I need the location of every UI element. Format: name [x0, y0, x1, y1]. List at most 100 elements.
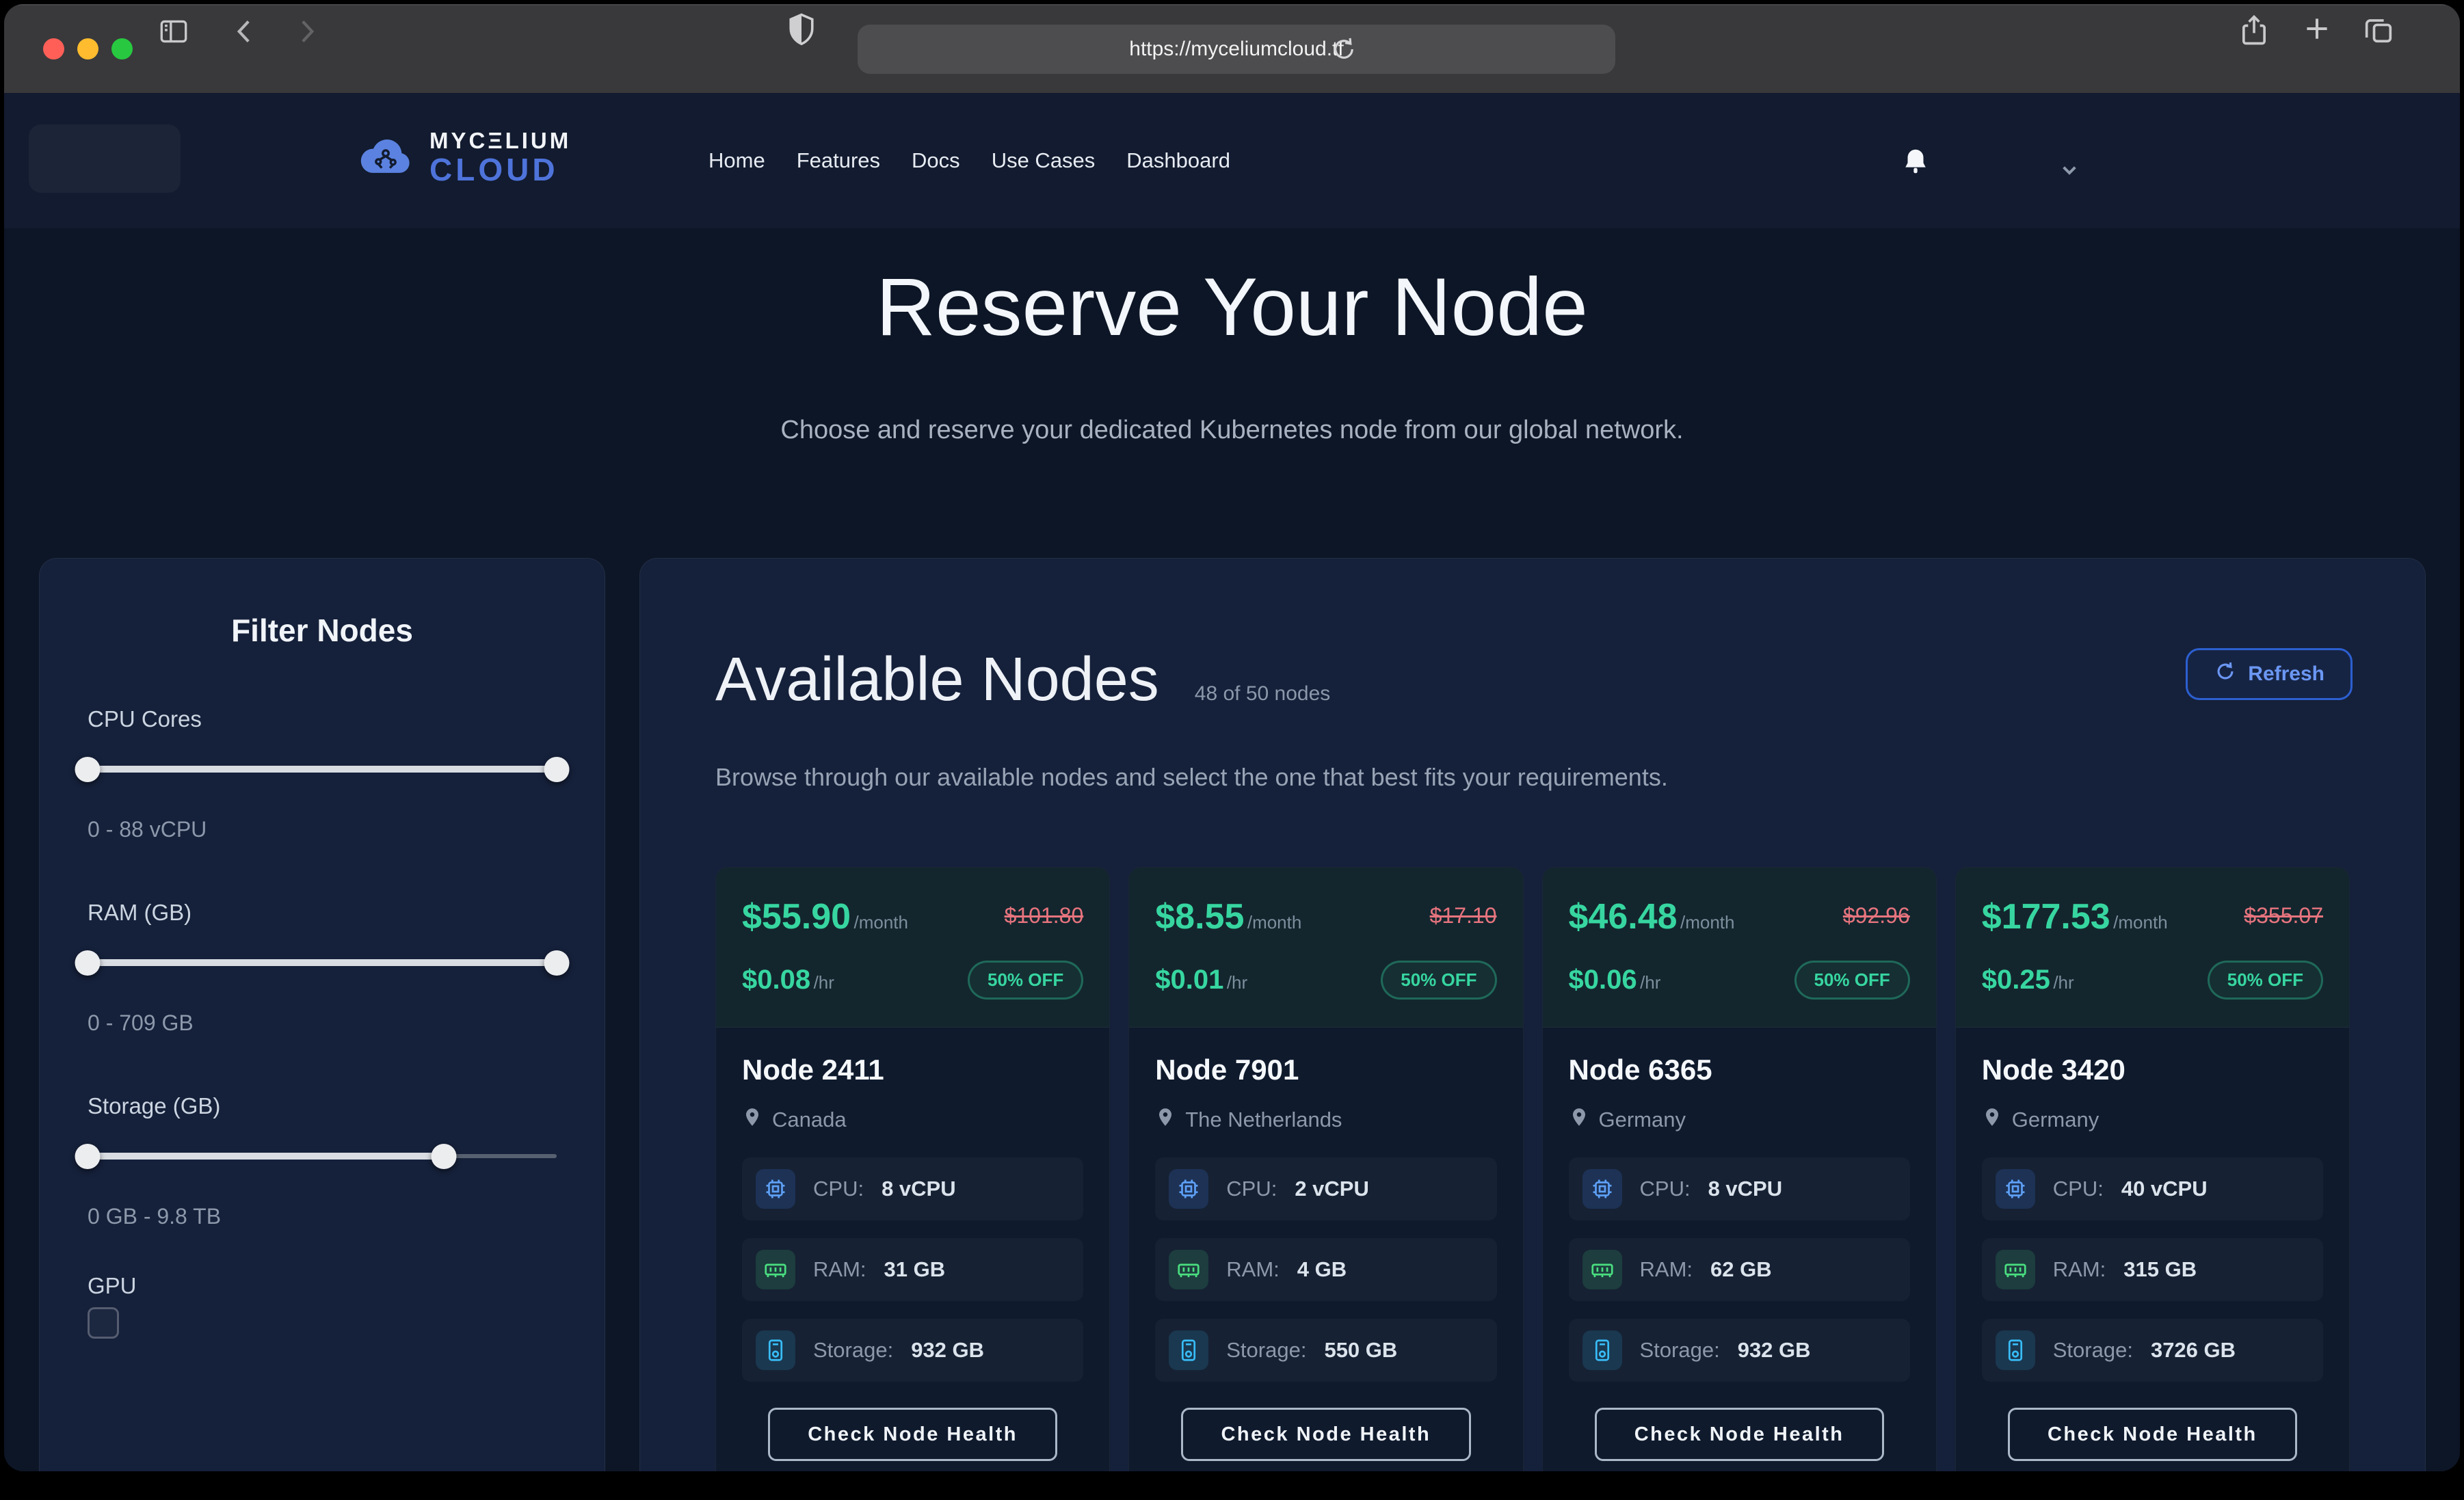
cpu-label: CPU: [813, 1177, 864, 1201]
monthly-unit: /month [1680, 912, 1735, 933]
check-node-health-button[interactable]: Check Node Health [2008, 1408, 2297, 1461]
brand-logo[interactable]: MYCΞLIUM CLOUD [354, 124, 571, 191]
ram-spec-row: RAM: 31 GB [742, 1238, 1083, 1301]
hourly-unit: /hr [1640, 972, 1660, 993]
check-node-health-button[interactable]: Check Node Health [768, 1408, 1057, 1461]
cpu-spec-row: CPU: 8 vCPU [1569, 1157, 1910, 1220]
filter-label-2: Storage (GB) [88, 1093, 557, 1119]
filter-panel: Filter Nodes CPU Cores 0 - 88 vCPU [39, 558, 605, 1471]
cpu-icon [1996, 1169, 2035, 1209]
url-text: https://myceliumcloud.tf [1129, 38, 1343, 61]
cpu-value: 8 vCPU [1708, 1177, 1783, 1201]
node-pricing-2: $46.48 /month $92.96 $0.06 /hr 50% OFF [1543, 868, 1936, 1028]
storage-spec-row: Storage: 3726 GB [1982, 1319, 2323, 1382]
hourly-price: $0.01 [1155, 965, 1223, 995]
check-node-health-button[interactable]: Check Node Health [1181, 1408, 1470, 1461]
original-price: $17.10 [1430, 903, 1497, 928]
filter-group-1: RAM (GB) 0 - 709 GB [88, 900, 557, 1036]
filter-panel-title: Filter Nodes [88, 612, 557, 649]
url-bar[interactable]: https://myceliumcloud.tf [858, 25, 1615, 74]
slider-handle-min[interactable] [75, 757, 101, 782]
nav-link-2[interactable]: Docs [912, 148, 960, 173]
storage-spec-row: Storage: 932 GB [742, 1319, 1083, 1382]
cpu-value: 2 vCPU [1295, 1177, 1369, 1201]
page-subtitle: Choose and reserve your dedicated Kubern… [4, 416, 2460, 445]
nodes-count: 48 of 50 nodes [1195, 682, 1331, 706]
page-content: Reserve Your Node Choose and reserve you… [4, 228, 2460, 1471]
filter-slider-1[interactable] [88, 949, 557, 976]
node-card-0[interactable]: $55.90 /month $101.80 $0.08 /hr 50% OFF … [715, 867, 1110, 1471]
refresh-button[interactable]: Refresh [2186, 648, 2353, 700]
node-location: Germany [2012, 1108, 2099, 1132]
nav-link-1[interactable]: Features [797, 148, 880, 173]
cpu-value: 8 vCPU [882, 1177, 956, 1201]
node-location: The Netherlands [1185, 1108, 1342, 1132]
discount-badge: 50% OFF [1381, 961, 1496, 1000]
cpu-icon [1169, 1169, 1208, 1209]
node-card-1[interactable]: $8.55 /month $17.10 $0.01 /hr 50% OFF No… [1128, 867, 1523, 1471]
ram-value: 62 GB [1710, 1257, 1772, 1282]
ram-label: RAM: [2053, 1257, 2106, 1282]
cpu-icon [756, 1169, 795, 1209]
zoom-window-button[interactable] [111, 38, 133, 59]
slider-handle-min[interactable] [75, 950, 101, 976]
node-location: Canada [772, 1108, 847, 1132]
hourly-unit: /hr [2053, 972, 2074, 993]
monthly-price: $55.90 [742, 897, 851, 937]
node-name: Node 7901 [1155, 1054, 1496, 1086]
cpu-label: CPU: [2053, 1177, 2104, 1201]
node-location: Germany [1599, 1108, 1686, 1132]
account-chevron-down-icon[interactable] [2056, 156, 2083, 187]
nav-link-0[interactable]: Home [708, 148, 765, 173]
filter-slider-0[interactable] [88, 755, 557, 783]
slider-handle-max[interactable] [432, 1144, 457, 1169]
ram-value: 4 GB [1297, 1257, 1347, 1282]
location-pin-icon [1569, 1107, 1589, 1133]
desktop: https://myceliumcloud.tf [0, 0, 2464, 1500]
node-card-2[interactable]: $46.48 /month $92.96 $0.06 /hr 50% OFF N… [1542, 867, 1937, 1471]
node-card-3[interactable]: $177.53 /month $355.07 $0.25 /hr 50% OFF… [1955, 867, 2350, 1471]
storage-value: 932 GB [1738, 1338, 1811, 1363]
ram-spec-row: RAM: 62 GB [1569, 1238, 1910, 1301]
hourly-unit: /hr [814, 972, 834, 993]
cpu-value: 40 vCPU [2121, 1177, 2208, 1201]
ram-value: 315 GB [2123, 1257, 2197, 1282]
check-node-health-button[interactable]: Check Node Health [1595, 1408, 1884, 1461]
node-details-3: Node 3420 Germany [1956, 1028, 2349, 1471]
cpu-label: CPU: [1226, 1177, 1277, 1201]
gpu-filter: GPU [88, 1273, 557, 1339]
gpu-checkbox[interactable] [88, 1307, 119, 1339]
cpu-spec-row: CPU: 2 vCPU [1155, 1157, 1496, 1220]
nav-links: Home Features Docs Use Cases Dashboard [708, 93, 1230, 228]
cpu-label: CPU: [1640, 1177, 1691, 1201]
original-price: $355.07 [2244, 903, 2323, 928]
location-pin-icon [1982, 1107, 2002, 1133]
nav-link-3[interactable]: Use Cases [992, 148, 1096, 173]
cpu-spec-row: CPU: 8 vCPU [742, 1157, 1083, 1220]
discount-badge: 50% OFF [2208, 961, 2323, 1000]
storage-icon [1582, 1330, 1622, 1370]
gpu-label: GPU [88, 1273, 557, 1299]
filter-range-text-0: 0 - 88 vCPU [88, 817, 557, 842]
ram-icon [1996, 1250, 2035, 1289]
filter-range-text-1: 0 - 709 GB [88, 1010, 557, 1036]
brand-text: MYCΞLIUM CLOUD [429, 128, 571, 188]
node-pricing-3: $177.53 /month $355.07 $0.25 /hr 50% OFF [1956, 868, 2349, 1028]
ram-spec-row: RAM: 4 GB [1155, 1238, 1496, 1301]
slider-handle-max[interactable] [544, 757, 570, 782]
minimize-window-button[interactable] [77, 38, 98, 59]
slider-handle-max[interactable] [544, 950, 570, 976]
cpu-spec-row: CPU: 40 vCPU [1982, 1157, 2323, 1220]
slider-handle-min[interactable] [75, 1144, 101, 1169]
cloud-logo-icon [354, 124, 417, 191]
close-window-button[interactable] [43, 38, 64, 59]
discount-badge: 50% OFF [968, 961, 1083, 1000]
storage-label: Storage: [1640, 1338, 1720, 1363]
slider-fill [88, 959, 557, 966]
filter-slider-2[interactable] [88, 1142, 557, 1170]
storage-value: 3726 GB [2151, 1338, 2236, 1363]
nav-link-4[interactable]: Dashboard [1126, 148, 1230, 173]
cpu-icon [1582, 1169, 1622, 1209]
hourly-price: $0.25 [1982, 965, 2050, 995]
notifications-bell-icon[interactable] [1900, 146, 1931, 181]
